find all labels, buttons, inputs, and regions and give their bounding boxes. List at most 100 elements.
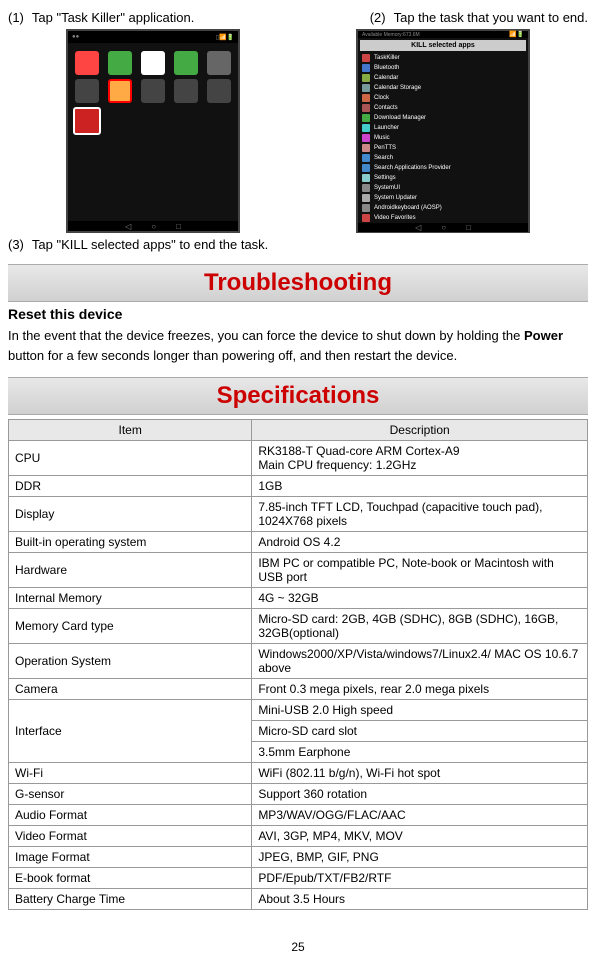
step-2-text: Tap the task that you want to end. xyxy=(394,10,588,25)
kill-list-item: PenTTS xyxy=(358,143,528,153)
kill-list-item: TaskKiller xyxy=(358,53,528,63)
cell-value: Windows2000/XP/Vista/windows7/Linux2.4/ … xyxy=(252,644,588,679)
cell-value: Support 360 rotation xyxy=(252,784,588,805)
app-item xyxy=(172,51,201,75)
kill-list-item: Settings xyxy=(358,173,528,183)
status-right: 📶🔋 xyxy=(509,31,524,38)
step-2-number: (2) xyxy=(370,10,386,25)
table-row: Internal Memory 4G ~ 32GB xyxy=(9,588,588,609)
cell-label: Operation System xyxy=(9,644,252,679)
cell-label: DDR xyxy=(9,476,252,497)
cell-label: Audio Format xyxy=(9,805,252,826)
cell-label: Memory Card type xyxy=(9,609,252,644)
th-desc: Description xyxy=(252,420,588,441)
app-name: Search xyxy=(374,155,393,161)
cell-label: Hardware xyxy=(9,553,252,588)
instruction-steps-row: (1) Tap "Task Killer" application. (2) T… xyxy=(8,10,588,25)
app-name: Bluetooth xyxy=(374,65,399,71)
cell-value: Micro-SD card slot xyxy=(252,721,588,742)
reset-body: In the event that the device freezes, yo… xyxy=(8,326,588,365)
app-item xyxy=(205,51,234,75)
app-name: Settings xyxy=(374,175,396,181)
app-icon xyxy=(362,194,370,202)
kill-list-item: Download Manager xyxy=(358,113,528,123)
table-header-row: Item Description xyxy=(9,420,588,441)
app-item xyxy=(138,51,167,75)
app-name: Contacts xyxy=(374,105,398,111)
app-item xyxy=(72,79,101,103)
spec-table: Item Description CPU RK3188-T Quad-core … xyxy=(8,419,588,910)
cell-value: PDF/Epub/TXT/FB2/RTF xyxy=(252,868,588,889)
app-icon xyxy=(362,184,370,192)
screenshots-row: ●● ▯📶🔋 ◁ ○ □ Av xyxy=(8,29,588,233)
kill-list-item: Search Applications Provider xyxy=(358,163,528,173)
app-icon xyxy=(362,124,370,132)
table-row: E-book format PDF/Epub/TXT/FB2/RTF xyxy=(9,868,588,889)
body-bold: Power xyxy=(524,328,563,343)
cell-value: Front 0.3 mega pixels, rear 2.0 mega pix… xyxy=(252,679,588,700)
app-name: Calendar Storage xyxy=(374,85,421,91)
kill-app-list: TaskKiller Bluetooth Calendar Calendar Stor… xyxy=(358,53,528,223)
cell-value: About 3.5 Hours xyxy=(252,889,588,910)
cell-value: JPEG, BMP, GIF, PNG xyxy=(252,847,588,868)
table-row: Camera Front 0.3 mega pixels, rear 2.0 m… xyxy=(9,679,588,700)
app-icon xyxy=(362,104,370,112)
app-name: Download Manager xyxy=(374,115,426,121)
app-icon xyxy=(362,214,370,222)
app-name: Clock xyxy=(374,95,389,101)
app-name: Video Favorites xyxy=(374,215,416,221)
kill-button: KILL selected apps xyxy=(360,40,526,51)
cell-label: Display xyxy=(9,497,252,532)
kill-list-item: Bluetooth xyxy=(358,63,528,73)
nav-bar: ◁ ○ □ xyxy=(68,221,238,231)
kill-list-item: Androidkeyboard (AOSP) xyxy=(358,203,528,213)
kill-list-item: Clock xyxy=(358,93,528,103)
table-row: Built-in operating system Android OS 4.2 xyxy=(9,532,588,553)
body-part1: In the event that the device freezes, yo… xyxy=(8,328,524,343)
cell-label: E-book format xyxy=(9,868,252,889)
status-bar: Available Memory:673.6M 📶🔋 xyxy=(358,31,528,38)
cell-value: MP3/WAV/OGG/FLAC/AAC xyxy=(252,805,588,826)
home-grid xyxy=(68,43,238,143)
cell-value: WiFi (802.11 b/g/n), Wi-Fi hot spot xyxy=(252,763,588,784)
status-left: ●● xyxy=(72,34,79,40)
step-3-number: (3) xyxy=(8,237,24,252)
kill-list-item: Search xyxy=(358,153,528,163)
page-number: 25 xyxy=(8,940,588,954)
app-icon xyxy=(362,64,370,72)
kill-list-item: Video Favorites xyxy=(358,213,528,223)
back-icon: ◁ xyxy=(125,222,131,231)
table-row: G-sensor Support 360 rotation xyxy=(9,784,588,805)
step-1-number: (1) xyxy=(8,10,24,25)
kill-list-item: SystemUI xyxy=(358,183,528,193)
cell-value: 1GB xyxy=(252,476,588,497)
kill-list-item: System Updater xyxy=(358,193,528,203)
step-1: (1) Tap "Task Killer" application. xyxy=(8,10,194,25)
table-row: Video Format AVI, 3GP, MP4, MKV, MOV xyxy=(9,826,588,847)
kill-list-item: Contacts xyxy=(358,103,528,113)
cell-label: Battery Charge Time xyxy=(9,889,252,910)
table-row: Memory Card type Micro-SD card: 2GB, 4GB… xyxy=(9,609,588,644)
cell-value: 7.85-inch TFT LCD, Touchpad (capacitive … xyxy=(252,497,588,532)
cell-label: CPU xyxy=(9,441,252,476)
step-3: (3) Tap "KILL selected apps" to end the … xyxy=(8,237,588,252)
th-item: Item xyxy=(9,420,252,441)
cell-value: Mini-USB 2.0 High speed xyxy=(252,700,588,721)
app-icon xyxy=(362,144,370,152)
app-icon xyxy=(362,164,370,172)
status-right: ▯📶🔋 xyxy=(216,34,234,41)
table-row: Wi-Fi WiFi (802.11 b/g/n), Wi-Fi hot spo… xyxy=(9,763,588,784)
back-icon: ◁ xyxy=(415,223,421,232)
table-row: Hardware IBM PC or compatible PC, Note-b… xyxy=(9,553,588,588)
cell-value: 3.5mm Earphone xyxy=(252,742,588,763)
kill-list-item: Calendar xyxy=(358,73,528,83)
app-name: TaskKiller xyxy=(374,55,400,61)
reset-subheading: Reset this device xyxy=(8,306,588,322)
app-item xyxy=(72,51,101,75)
recent-icon: □ xyxy=(176,222,181,231)
app-name: PenTTS xyxy=(374,145,396,151)
kill-content: KILL selected apps TaskKiller Bluetooth Ca… xyxy=(358,38,528,223)
step-3-text: Tap "KILL selected apps" to end the task… xyxy=(32,237,268,252)
app-item xyxy=(205,79,234,103)
app-name: SystemUI xyxy=(374,185,400,191)
